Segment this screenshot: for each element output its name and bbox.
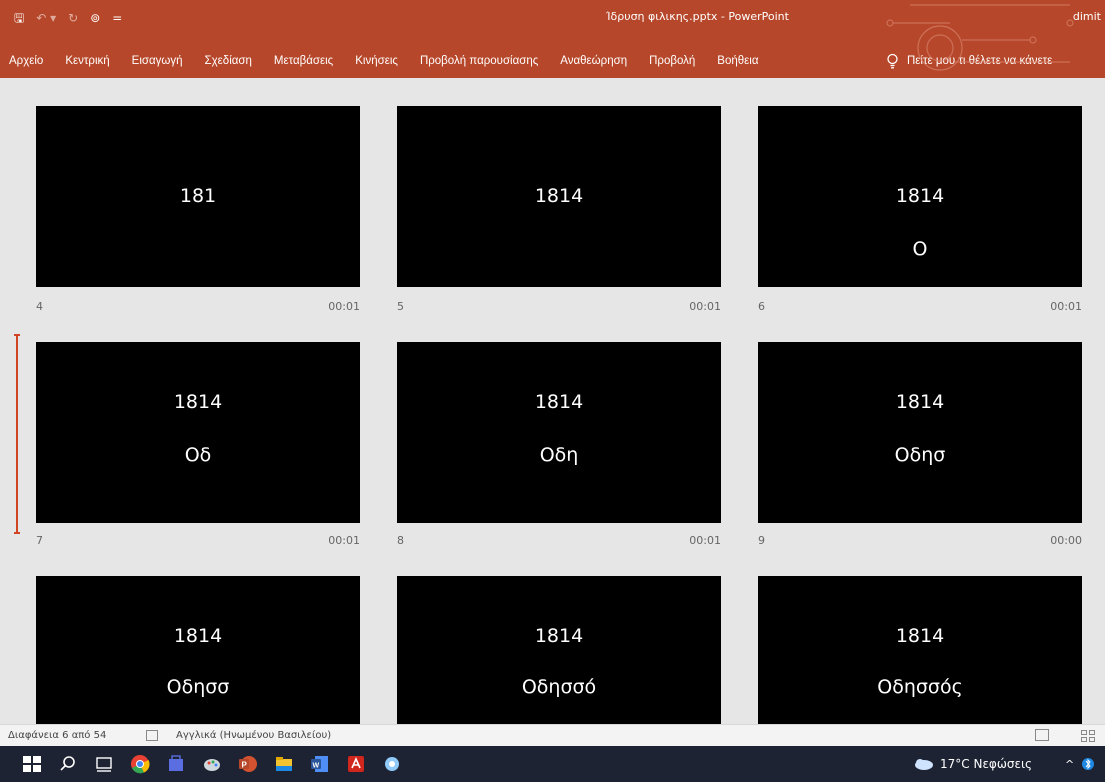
slide-sorter-view-icon[interactable] xyxy=(1080,729,1096,743)
slide-year: 1814 xyxy=(173,625,223,647)
slide-thumbnail-4[interactable]: 181 xyxy=(36,106,360,287)
slide-number: 4 xyxy=(36,300,43,313)
bluetooth-icon[interactable] xyxy=(1082,757,1095,771)
slide-number: 6 xyxy=(758,300,765,313)
chrome-icon[interactable] xyxy=(130,754,150,774)
slide-counter: Διαφάνεια 6 από 54 xyxy=(8,730,107,741)
quick-access-toolbar: 🖫 ↶ ▾ ↻ ⊚ = xyxy=(14,9,122,27)
slide-timing: 00:00 xyxy=(1050,534,1082,547)
windows-taskbar: P W 17°C Νεφώσεις ^ xyxy=(0,746,1105,782)
slide-word: Οδησσό xyxy=(521,676,597,698)
svg-text:P: P xyxy=(242,761,248,770)
slide-word: Οδησ xyxy=(894,444,946,466)
start-presentation-icon[interactable]: ⊚ xyxy=(90,9,100,27)
slide-year: 1814 xyxy=(534,391,584,413)
slide-thumbnail-11[interactable]: 1814 Οδησσό xyxy=(397,576,721,724)
slide-year: 1814 xyxy=(895,185,945,207)
chevron-up-icon[interactable]: ^ xyxy=(1065,758,1074,771)
slide-word: Οδη xyxy=(539,444,579,466)
circuit-decoration xyxy=(886,4,1074,71)
slide-year: 1814 xyxy=(895,391,945,413)
undo-icon[interactable]: ↶ ▾ xyxy=(36,9,56,27)
acrobat-icon[interactable] xyxy=(346,754,366,774)
slide-thumbnail-7[interactable]: 1814 Οδ xyxy=(36,342,360,523)
task-view-icon[interactable] xyxy=(94,754,114,774)
weather-widget[interactable]: 17°C Νεφώσεις xyxy=(912,746,1032,782)
ribbon-tab-3[interactable]: Σχεδίαση xyxy=(194,44,263,78)
slide-word: Οδ xyxy=(184,444,212,466)
save-icon[interactable]: 🖫 xyxy=(14,9,24,27)
slide-number: 7 xyxy=(36,534,43,547)
slide-thumbnail-6[interactable]: 1814 Ο xyxy=(758,106,1082,287)
tab-list: Αρχείο Κεντρική Εισαγωγή Σχεδίαση Μεταβάσεις… xyxy=(0,44,769,78)
normal-view-icon[interactable] xyxy=(1035,729,1049,741)
slide-year: 1814 xyxy=(534,625,584,647)
status-bar: Διαφάνεια 6 από 54 Αγγλικά (Ηνωμένου Βασ… xyxy=(0,724,1105,746)
slide-number: 5 xyxy=(397,300,404,313)
slide-year: 1814 xyxy=(895,625,945,647)
slide-thumbnail-8[interactable]: 1814 Οδη xyxy=(397,342,721,523)
ribbon-tab-8[interactable]: Προβολή xyxy=(638,44,706,78)
slide-timing: 00:01 xyxy=(1050,300,1082,313)
slide-year: 1814 xyxy=(534,185,584,207)
redo-icon[interactable]: ↻ xyxy=(68,9,78,27)
slide-thumbnail-5[interactable]: 1814 xyxy=(397,106,721,287)
slide-sorter[interactable]: 181 4 00:01 1814 5 00:01 1814 Ο 6 00:01 … xyxy=(0,78,1105,724)
slide-thumbnail-10[interactable]: 1814 Οδησσ xyxy=(36,576,360,724)
slide-timing: 00:01 xyxy=(689,534,721,547)
slide-number: 8 xyxy=(397,534,404,547)
windows-start-icon[interactable] xyxy=(22,754,42,774)
slide-thumbnail-12[interactable]: 1814 Οδησσός xyxy=(758,576,1082,724)
slide-year: 181 xyxy=(179,185,217,207)
powerpoint-icon[interactable]: P xyxy=(238,754,258,774)
document-title: Ίδρυση φιλικης.pptx - PowerPoint xyxy=(606,10,789,23)
slide-timing: 00:01 xyxy=(328,300,360,313)
file-explorer-icon[interactable] xyxy=(274,754,294,774)
slide-timing: 00:01 xyxy=(328,534,360,547)
search-icon[interactable] xyxy=(58,754,78,774)
svg-text:W: W xyxy=(313,763,320,770)
slide-thumbnail-9[interactable]: 1814 Οδησ xyxy=(758,342,1082,523)
slide-year: 1814 xyxy=(173,391,223,413)
selection-marker xyxy=(14,334,20,534)
network-app-icon[interactable] xyxy=(382,754,402,774)
word-icon[interactable]: W xyxy=(310,754,330,774)
ribbon-tab-2[interactable]: Εισαγωγή xyxy=(121,44,194,78)
ribbon-tab-9[interactable]: Βοήθεια xyxy=(706,44,769,78)
slide-word: Οδησσ xyxy=(166,676,230,698)
ribbon-tab-7[interactable]: Αναθεώρηση xyxy=(549,44,638,78)
system-tray: ^ xyxy=(1065,746,1095,782)
slide-word: Οδησσός xyxy=(877,676,963,698)
slide-timing: 00:01 xyxy=(689,300,721,313)
store-icon[interactable] xyxy=(166,754,186,774)
cloud-icon xyxy=(915,759,933,770)
slide-number: 9 xyxy=(758,534,765,547)
spell-check-icon[interactable] xyxy=(146,730,158,741)
slide-word: Ο xyxy=(912,238,928,260)
customize-toolbar-icon[interactable]: = xyxy=(112,9,122,27)
ribbon-tab-4[interactable]: Μεταβάσεις xyxy=(263,44,344,78)
weather-text: 17°C Νεφώσεις xyxy=(940,757,1033,771)
language-indicator[interactable]: Αγγλικά (Ηνωμένου Βασιλείου) xyxy=(176,729,331,743)
paint-icon[interactable] xyxy=(202,754,222,774)
ribbon-tab-5[interactable]: Κινήσεις xyxy=(344,44,409,78)
ribbon-tab-6[interactable]: Προβολή παρουσίασης xyxy=(409,44,549,78)
ribbon-tab-1[interactable]: Κεντρική xyxy=(54,44,120,78)
ribbon-tab-0[interactable]: Αρχείο xyxy=(0,44,54,78)
